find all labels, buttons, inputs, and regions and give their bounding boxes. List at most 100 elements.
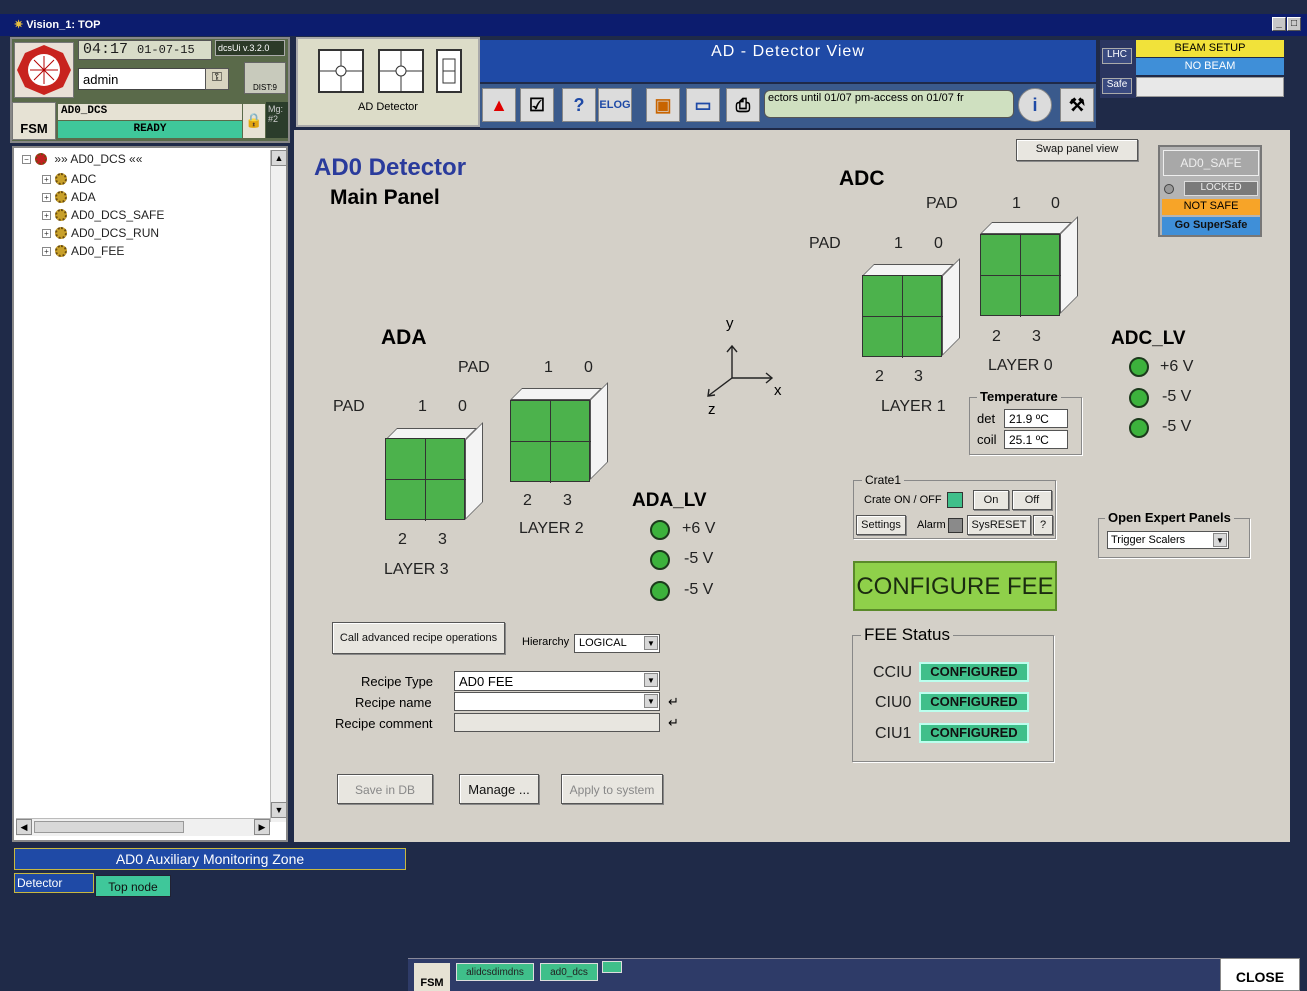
- screen-icon[interactable]: ▭: [686, 88, 720, 122]
- crate-off-button[interactable]: Off: [1012, 490, 1052, 510]
- go-supersafe-button[interactable]: Go SuperSafe: [1162, 217, 1260, 235]
- expand-icon[interactable]: +: [42, 193, 51, 202]
- save-icon[interactable]: ▣: [646, 88, 680, 122]
- recipe-comment-field[interactable]: [454, 713, 660, 732]
- ada-layer2-cube[interactable]: [510, 400, 591, 483]
- node-gear-icon: [55, 209, 67, 221]
- fsm-button[interactable]: FSM: [12, 102, 56, 140]
- crate-settings-button[interactable]: Settings: [856, 515, 906, 535]
- manage-button[interactable]: Manage ...: [459, 774, 539, 804]
- crate-onoff-label: Crate ON / OFF: [864, 494, 942, 506]
- adc-layer1-cube[interactable]: [862, 275, 943, 358]
- recipe-name-enter-icon[interactable]: ↵: [668, 694, 679, 710]
- expand-icon[interactable]: +: [42, 211, 51, 220]
- tree-item[interactable]: + AD0_FEE: [42, 244, 124, 258]
- recipe-type-label: Recipe Type: [361, 674, 434, 689]
- crate-title: Crate1: [862, 473, 905, 487]
- collapse-icon[interactable]: −: [22, 155, 31, 164]
- task-ad0-dcs[interactable]: ad0_dcs: [540, 963, 598, 981]
- safe-title[interactable]: AD0_SAFE: [1163, 150, 1259, 176]
- configure-fee-button[interactable]: CONFIGURE FEE: [853, 561, 1057, 611]
- tree-item-label: ADA: [71, 190, 96, 204]
- task-alidcsdimdns[interactable]: alidcsdimdns: [456, 963, 534, 981]
- ada-pad-3: 3: [563, 492, 572, 509]
- tools-icon[interactable]: ⚒: [1060, 88, 1094, 122]
- aux-detector-tab[interactable]: Detector: [14, 873, 94, 893]
- dropdown-arrow-icon[interactable]: ▼: [644, 673, 658, 687]
- panel-layout-3-icon[interactable]: [436, 49, 462, 93]
- help-icon[interactable]: ?: [562, 88, 596, 122]
- aux-topnode-button[interactable]: Top node: [95, 875, 171, 897]
- lhc-button[interactable]: LHC: [1102, 48, 1132, 64]
- ada-lv-v3: -5 V: [684, 581, 714, 598]
- swap-panel-button[interactable]: Swap panel view: [1016, 139, 1138, 161]
- tree-root[interactable]: − »» AD0_DCS ««: [22, 152, 142, 166]
- fee-status-title: FEE Status: [861, 625, 953, 645]
- expand-icon[interactable]: +: [42, 175, 51, 184]
- bottom-fsm-button[interactable]: FSM: [414, 963, 450, 991]
- recipe-name-select[interactable]: ▼: [454, 692, 660, 711]
- printer-icon[interactable]: ⎙: [726, 88, 760, 122]
- dropdown-arrow-icon[interactable]: ▼: [644, 694, 658, 708]
- hierarchy-label: Hierarchy: [522, 636, 570, 648]
- scroll-left-icon[interactable]: ◀: [16, 819, 32, 835]
- hierarchy-select[interactable]: LOGICAL ▼: [574, 634, 660, 653]
- maximize-button[interactable]: □: [1287, 17, 1301, 31]
- tree-item[interactable]: + ADC: [42, 172, 96, 186]
- temp-coil-label: coil: [977, 432, 997, 447]
- save-in-db-button[interactable]: Save in DB: [337, 774, 433, 804]
- tree-item[interactable]: + AD0_DCS_SAFE: [42, 208, 164, 222]
- ada-pad-2: 2: [523, 492, 532, 509]
- adc-layer0-cube[interactable]: [980, 234, 1061, 317]
- ada-lv-led-3: [650, 581, 670, 601]
- minimize-button[interactable]: _: [1272, 17, 1286, 31]
- dist-indicator: DIST:9: [244, 62, 286, 94]
- scroll-right-icon[interactable]: ▶: [254, 819, 270, 835]
- dropdown-arrow-icon[interactable]: ▼: [644, 636, 658, 650]
- warning-icon[interactable]: ▲: [482, 88, 516, 122]
- mg-value: #2: [268, 114, 279, 124]
- dropdown-arrow-icon[interactable]: ▼: [1213, 533, 1227, 547]
- panel-layout-1-icon[interactable]: [318, 49, 364, 93]
- version-badge: dcsUi v.3.2.0: [215, 40, 285, 56]
- crate-sysreset-button[interactable]: SysRESET: [967, 515, 1031, 535]
- tree-item[interactable]: + ADA: [42, 190, 96, 204]
- axis-y-label: y: [726, 315, 734, 332]
- safe-panel: AD0_SAFE LOCKED NOT SAFE Go SuperSafe: [1158, 145, 1262, 237]
- scroll-thumb[interactable]: [34, 821, 184, 833]
- adc-layer1-label: LAYER 1: [881, 398, 946, 415]
- adc-pad-2: 2: [992, 328, 1001, 345]
- node-gear-icon: [55, 227, 67, 239]
- adc-title: ADC: [839, 167, 885, 190]
- adc-pad-2b: 2: [875, 368, 884, 385]
- recipe-comment-enter-icon[interactable]: ↵: [668, 715, 679, 731]
- apply-to-system-button[interactable]: Apply to system: [561, 774, 663, 804]
- expert-panels-select[interactable]: Trigger Scalers ▼: [1107, 531, 1229, 549]
- key-icon[interactable]: ⚿: [205, 68, 229, 90]
- ada-lv-v2: -5 V: [684, 550, 714, 567]
- tree-horizontal-scrollbar[interactable]: ◀ ▶: [16, 818, 270, 836]
- temp-det-value: 21.9 ºC: [1004, 409, 1068, 428]
- ada-layer3-cube[interactable]: [385, 438, 466, 521]
- elog-icon[interactable]: ELOG: [598, 88, 632, 122]
- advanced-recipe-button[interactable]: Call advanced recipe operations: [332, 622, 505, 654]
- expand-icon[interactable]: +: [42, 229, 51, 238]
- crate-on-button[interactable]: On: [973, 490, 1009, 510]
- fsm-state[interactable]: READY: [58, 121, 242, 138]
- crate-help-button[interactable]: ?: [1033, 515, 1053, 535]
- recipe-type-select[interactable]: AD0 FEE ▼: [454, 671, 660, 691]
- close-button[interactable]: CLOSE: [1220, 958, 1300, 991]
- panel-layout-2-icon[interactable]: [378, 49, 424, 93]
- info-icon[interactable]: i: [1018, 88, 1052, 122]
- scroll-down-icon[interactable]: ▼: [271, 802, 287, 818]
- tree-item[interactable]: + AD0_DCS_RUN: [42, 226, 159, 240]
- tree-vertical-scrollbar[interactable]: ▲ ▼: [270, 150, 287, 822]
- checklist-icon[interactable]: ☑: [520, 88, 554, 122]
- lock-icon[interactable]: 🔒: [243, 104, 265, 138]
- expand-icon[interactable]: +: [42, 247, 51, 256]
- user-field[interactable]: admin: [78, 68, 208, 90]
- ada-pad-label-2: PAD: [458, 359, 490, 376]
- scroll-up-icon[interactable]: ▲: [271, 150, 287, 166]
- app-gear-icon: ✷: [14, 19, 24, 31]
- adc-lv-led-2: [1129, 388, 1149, 408]
